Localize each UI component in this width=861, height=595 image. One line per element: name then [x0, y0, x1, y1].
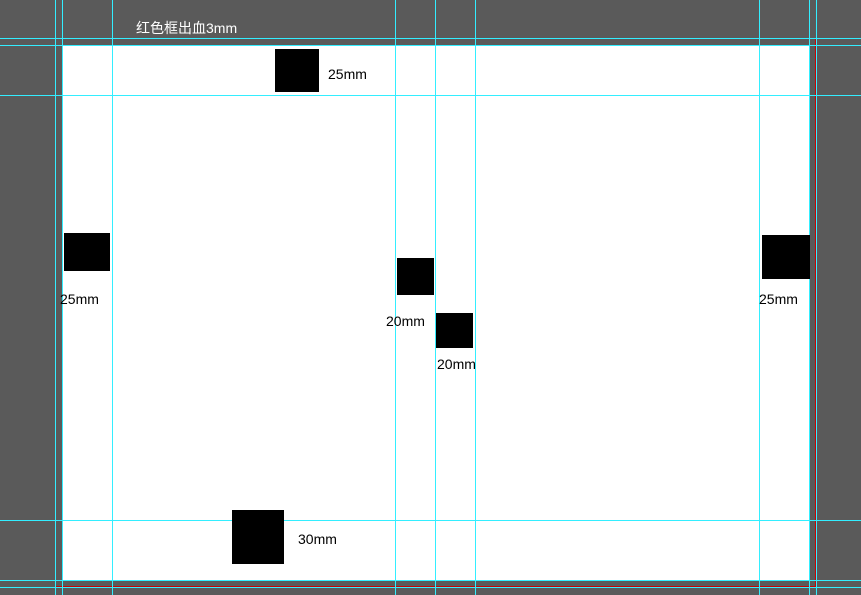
guide-v-page-right — [809, 0, 810, 595]
right-margin-marker — [762, 235, 810, 279]
inner-left-margin-marker — [397, 258, 434, 295]
right-margin-label: 25mm — [759, 291, 798, 307]
inner-right-margin-marker — [436, 313, 473, 348]
bottom-margin-marker — [232, 510, 284, 564]
left-margin-marker — [64, 233, 110, 271]
bottom-margin-label: 30mm — [298, 531, 337, 547]
guide-v-bleed-right — [816, 0, 817, 595]
top-margin-label: 25mm — [328, 66, 367, 82]
left-margin-label: 25mm — [60, 291, 99, 307]
guide-v-bleed-left — [55, 0, 56, 595]
top-margin-marker — [275, 49, 319, 92]
guide-h-page-bottom — [0, 580, 861, 581]
inner-right-margin-label: 20mm — [437, 356, 476, 372]
guide-h-bleed-top — [0, 38, 861, 39]
inner-left-margin-label: 20mm — [386, 313, 425, 329]
guide-h-bleed-bottom — [0, 587, 861, 588]
bleed-note: 红色框出血3mm — [136, 18, 237, 38]
